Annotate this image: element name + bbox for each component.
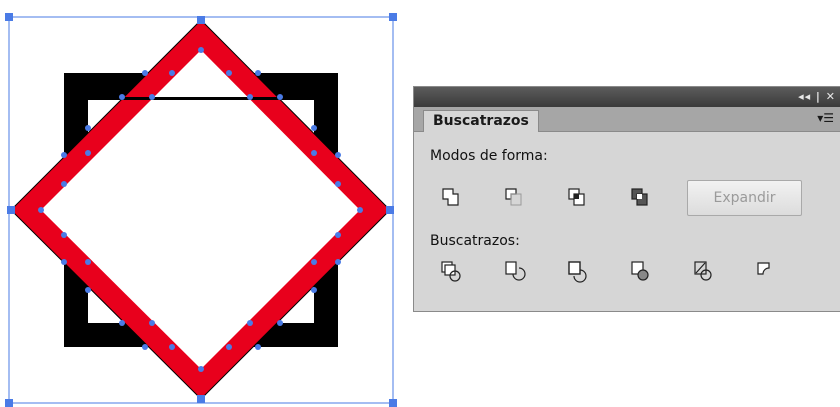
exclude-icon[interactable] bbox=[629, 186, 653, 210]
pathfinder-panel: ◂◂ | ✕ Buscatrazos ▾☰ Modos de forma: Ex… bbox=[413, 86, 840, 312]
intersect-icon[interactable] bbox=[566, 186, 590, 210]
shape-modes-label: Modos de forma: bbox=[430, 148, 548, 164]
tab-buscatrazos[interactable]: Buscatrazos bbox=[423, 110, 539, 132]
outline-icon[interactable] bbox=[692, 260, 716, 284]
panel-titlebar[interactable]: ◂◂ | ✕ bbox=[414, 87, 840, 107]
panel-menu-icon[interactable]: ▾☰ bbox=[817, 112, 834, 124]
unite-icon[interactable] bbox=[440, 186, 464, 210]
minus-front-icon[interactable] bbox=[503, 186, 527, 210]
merge-icon[interactable] bbox=[566, 260, 590, 284]
minus-back-icon[interactable] bbox=[755, 260, 779, 284]
divide-icon[interactable] bbox=[440, 260, 464, 284]
trim-icon[interactable] bbox=[503, 260, 527, 284]
panel-tabstrip: Buscatrazos ▾☰ bbox=[414, 107, 840, 132]
artwork-canvas[interactable] bbox=[0, 0, 405, 407]
crop-icon[interactable] bbox=[629, 260, 653, 284]
collapse-close-controls[interactable]: ◂◂ | ✕ bbox=[798, 90, 836, 103]
expand-button[interactable]: Expandir bbox=[687, 180, 802, 216]
pathfinders-label: Buscatrazos: bbox=[430, 233, 520, 249]
